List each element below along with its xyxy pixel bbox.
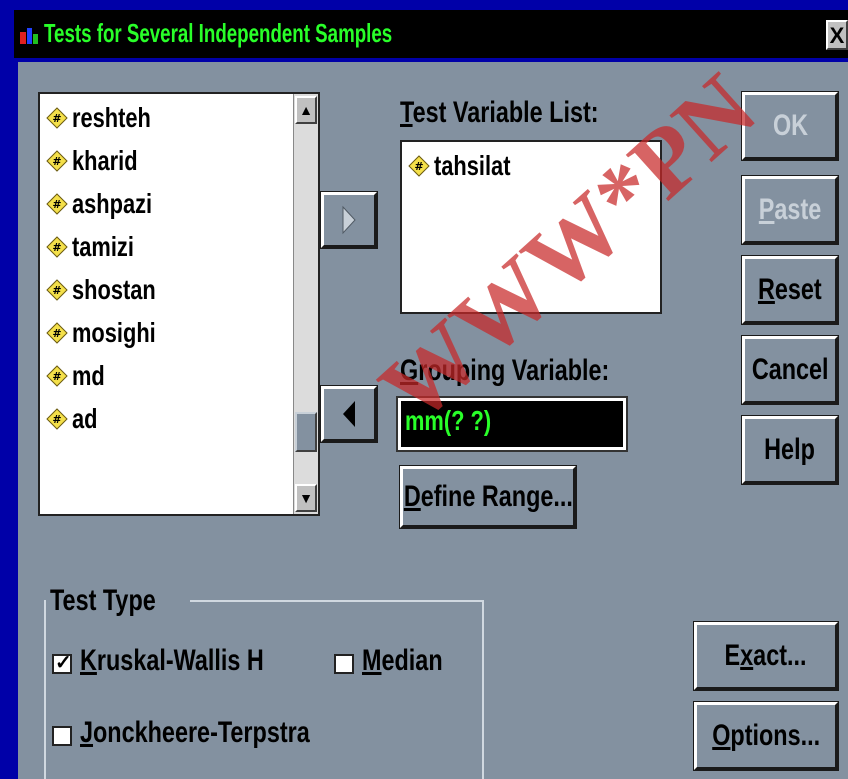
grouping-variable-label: Grouping Variable: xyxy=(400,354,610,387)
cancel-button[interactable]: Cancel xyxy=(741,335,839,405)
list-item[interactable]: # tamizi xyxy=(46,227,151,267)
window-title: Tests for Several Independent Samples xyxy=(44,18,393,48)
close-button[interactable]: X xyxy=(826,20,848,50)
scroll-thumb[interactable] xyxy=(295,412,317,452)
numeric-variable-icon: # xyxy=(46,408,68,430)
help-button[interactable]: Help xyxy=(741,415,839,485)
kruskal-wallis-label[interactable]: Kruskal-Wallis H xyxy=(80,644,316,678)
arrow-right-icon xyxy=(342,205,356,235)
list-item[interactable]: # ashpazi xyxy=(46,184,175,224)
numeric-variable-icon: # xyxy=(46,193,68,215)
list-item[interactable]: # md xyxy=(46,356,114,396)
title-bar[interactable]: Tests for Several Independent Samples X xyxy=(14,10,848,58)
numeric-variable-icon: # xyxy=(46,236,68,258)
numeric-variable-icon: # xyxy=(46,150,68,172)
variable-name: shostan xyxy=(72,274,156,305)
test-variable-list[interactable]: # tahsilat xyxy=(400,140,662,314)
grouping-variable-value: mm(? ?) xyxy=(405,405,492,436)
list-item[interactable]: # kharid xyxy=(46,141,156,181)
dialog-body: # reshteh # kharid # ashpazi # tamizi # shostan # m… xyxy=(18,53,848,779)
numeric-variable-icon: # xyxy=(46,322,68,344)
grouping-variable-field[interactable]: mm(? ?) xyxy=(396,396,628,452)
numeric-variable-icon: # xyxy=(46,279,68,301)
ok-button[interactable]: OK xyxy=(741,91,839,161)
svg-text:#: # xyxy=(52,112,61,125)
svg-text:#: # xyxy=(52,284,61,297)
jonckheere-terpstra-checkbox[interactable] xyxy=(52,726,72,746)
scroll-up-button[interactable]: ▲ xyxy=(295,96,317,124)
define-range-button[interactable]: Define Range... xyxy=(399,465,577,529)
test-variable-list-label: Test Variable List: xyxy=(400,96,599,129)
move-to-test-list-button[interactable] xyxy=(320,191,378,249)
variable-name: kharid xyxy=(72,145,138,176)
svg-text:#: # xyxy=(52,413,61,426)
numeric-variable-icon: # xyxy=(46,365,68,387)
svg-text:#: # xyxy=(52,327,61,340)
variable-name: tamizi xyxy=(72,231,134,262)
numeric-variable-icon: # xyxy=(46,107,68,129)
scroll-down-button[interactable]: ▼ xyxy=(295,484,317,512)
list-item[interactable]: # ad xyxy=(46,399,105,439)
svg-text:#: # xyxy=(52,155,61,168)
list-item[interactable]: # shostan xyxy=(46,270,179,310)
svg-text:#: # xyxy=(52,241,61,254)
jonckheere-terpstra-label[interactable]: Jonckheere-Terpstra xyxy=(80,716,375,750)
svg-text:#: # xyxy=(52,370,61,383)
dialog-window: Tests for Several Independent Samples X … xyxy=(0,0,848,779)
variable-name: reshteh xyxy=(72,102,151,133)
reset-button[interactable]: Reset xyxy=(741,255,839,325)
kruskal-wallis-checkbox[interactable]: ✓ xyxy=(52,652,72,674)
source-variable-list[interactable]: # reshteh # kharid # ashpazi # tamizi # shostan # m… xyxy=(38,92,320,516)
svg-text:#: # xyxy=(52,198,61,211)
paste-button[interactable]: Paste xyxy=(741,175,839,245)
variable-name: md xyxy=(72,360,105,391)
options-button[interactable]: Options... xyxy=(693,701,839,771)
exact-button[interactable]: Exact... xyxy=(693,621,839,691)
variable-name: tahsilat xyxy=(434,150,511,181)
test-type-group xyxy=(44,600,484,779)
variable-name: mosighi xyxy=(72,317,156,348)
arrow-left-icon xyxy=(343,401,355,427)
checkmark-icon: ✓ xyxy=(55,652,72,674)
window-border xyxy=(0,0,14,779)
variable-name: ashpazi xyxy=(72,188,153,219)
numeric-variable-icon: # xyxy=(408,155,430,177)
list-item[interactable]: # reshteh xyxy=(46,98,173,138)
median-label[interactable]: Median xyxy=(362,644,465,678)
app-icon xyxy=(20,28,38,44)
test-type-legend: Test Type xyxy=(46,584,190,618)
svg-text:#: # xyxy=(414,160,423,173)
list-item[interactable]: # mosighi xyxy=(46,313,179,353)
variable-name: ad xyxy=(72,403,98,434)
median-checkbox[interactable] xyxy=(334,654,354,674)
list-item[interactable]: # tahsilat xyxy=(408,146,532,186)
move-from-grouping-button[interactable] xyxy=(320,385,378,443)
list-scrollbar[interactable]: ▲ ▼ xyxy=(293,94,318,514)
